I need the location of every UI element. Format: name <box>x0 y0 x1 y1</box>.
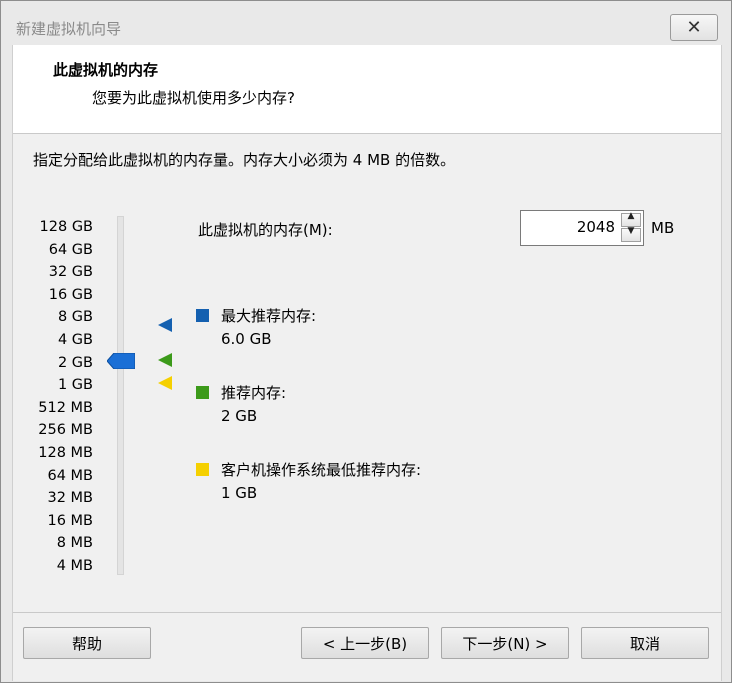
close-icon: ✕ <box>686 17 702 38</box>
slider-tick-label: 128 GB <box>39 219 93 235</box>
slider-tick-label: 64 MB <box>47 467 93 484</box>
help-button[interactable]: 帮助 <box>23 627 151 659</box>
wizard-window: 新建虚拟机向导 ✕ 此虚拟机的内存 您要为此虚拟机使用多少内存? 指定分配给此虚… <box>0 0 732 683</box>
memory-input[interactable]: 2048 ▲ ▼ <box>520 210 644 246</box>
arrow-up-icon: ▲ <box>627 211 635 221</box>
arrow-down-icon: ▼ <box>627 226 635 236</box>
slider-tick-label: 16 MB <box>47 512 93 529</box>
slider-tick-label: 1 GB <box>57 377 93 394</box>
slider-tick-label: 8 MB <box>56 535 93 552</box>
window-title: 新建虚拟机向导 <box>16 20 122 38</box>
min-recommended-legend-icon <box>196 463 209 476</box>
min-recommended-marker-icon <box>158 376 172 390</box>
next-button[interactable]: 下一步(N) > <box>441 627 569 659</box>
slider-tick-label: 512 MB <box>38 399 93 416</box>
slider-tick-label: 128 MB <box>38 445 93 461</box>
recommended-marker-icon <box>158 353 172 367</box>
memory-spin-down-button[interactable]: ▼ <box>621 226 641 242</box>
slider-tick-label: 32 GB <box>48 264 93 281</box>
slider-tick-label: 64 GB <box>48 241 93 258</box>
min-recommended-value: 1 GB <box>221 484 258 502</box>
slider-tick-label: 2 GB <box>57 354 93 371</box>
slider-tick-label: 4 GB <box>57 332 93 348</box>
wizard-body: 此虚拟机的内存 您要为此虚拟机使用多少内存? 指定分配给此虚拟机的内存量。内存大… <box>12 45 722 681</box>
slider-tick-label: 16 GB <box>48 286 93 303</box>
slider-tick-label: 256 MB <box>38 422 93 439</box>
max-recommended-value: 6.0 GB <box>221 330 272 348</box>
memory-label: 此虚拟机的内存(M): <box>198 221 333 239</box>
max-recommended-legend-icon <box>196 309 209 322</box>
wizard-header: 此虚拟机的内存 您要为此虚拟机使用多少内存? <box>13 45 721 134</box>
slider-tick-label: 4 MB <box>56 558 93 574</box>
footer-divider <box>13 612 721 613</box>
memory-input-value: 2048 <box>576 218 615 236</box>
recommended-label: 推荐内存: <box>221 384 287 402</box>
min-recommended-label: 客户机操作系统最低推荐内存: <box>221 461 422 479</box>
back-button[interactable]: < 上一步(B) <box>301 627 429 659</box>
slider-tick-label: 8 GB <box>57 309 93 326</box>
page-subtitle: 您要为此虚拟机使用多少内存? <box>92 89 295 107</box>
cancel-button[interactable]: 取消 <box>581 627 709 659</box>
memory-spin-up-button[interactable]: ▲ <box>621 211 641 227</box>
memory-slider-track[interactable] <box>117 216 124 575</box>
page-title: 此虚拟机的内存 <box>53 61 159 79</box>
max-recommended-label: 最大推荐内存: <box>221 307 317 325</box>
recommended-legend-icon <box>196 386 209 399</box>
title-bar: 新建虚拟机向导 ✕ <box>1 1 731 45</box>
memory-unit: MB <box>651 219 675 237</box>
max-recommended-marker-icon <box>158 318 172 332</box>
slider-tick-label: 32 MB <box>47 490 93 507</box>
memory-description: 指定分配给此虚拟机的内存量。内存大小必须为 4 MB 的倍数。 <box>33 151 456 169</box>
recommended-value: 2 GB <box>221 407 258 425</box>
memory-slider-thumb[interactable] <box>107 353 135 369</box>
close-button[interactable]: ✕ <box>670 14 718 41</box>
